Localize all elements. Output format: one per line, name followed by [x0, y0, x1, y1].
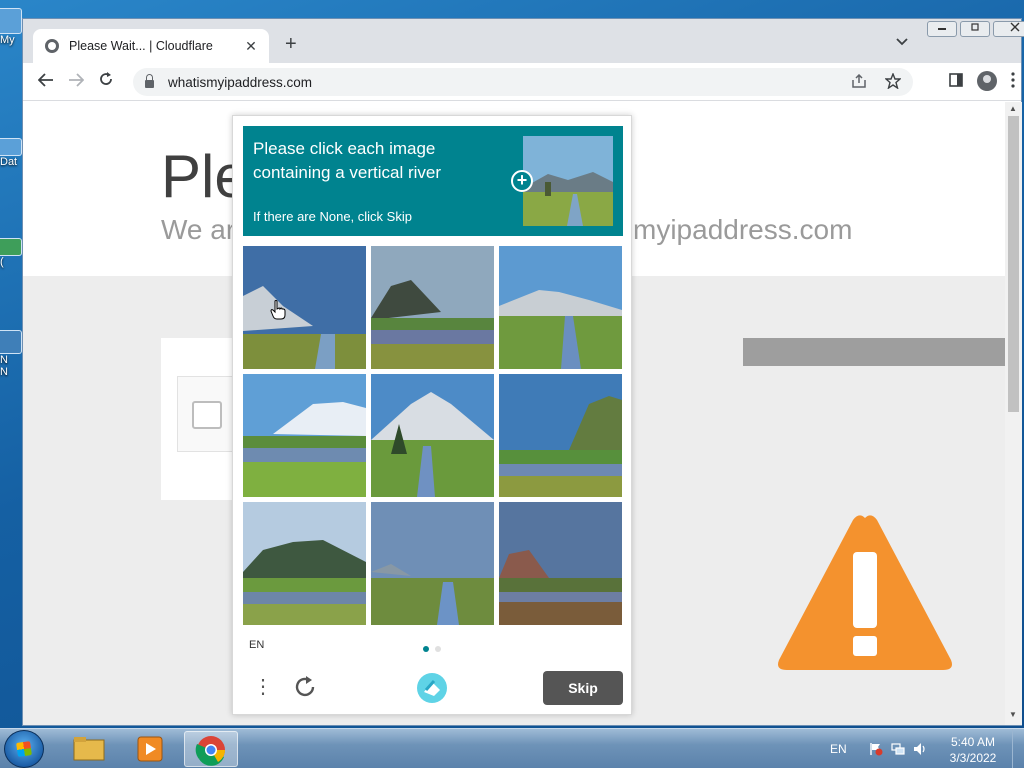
captcha-challenge: Please click each image containing a ver… [232, 115, 632, 715]
scroll-thumb[interactable] [1008, 116, 1019, 412]
captcha-tile[interactable] [243, 246, 366, 369]
desktop-icon-label: N [0, 366, 8, 378]
refresh-icon[interactable] [293, 674, 319, 700]
captcha-header: Please click each image containing a ver… [243, 126, 623, 236]
desktop-icon-label: ( [0, 256, 4, 268]
page-scrollbar[interactable]: ▲ ▼ [1005, 102, 1022, 725]
bookmark-star-icon[interactable] [884, 71, 902, 92]
folder-icon [73, 737, 105, 761]
captcha-tile[interactable] [499, 374, 622, 497]
side-panel-icon[interactable] [949, 72, 963, 90]
tab-title: Please Wait... | Cloudflare [69, 39, 213, 53]
close-window-button[interactable] [993, 21, 1024, 37]
scroll-down-arrow-icon[interactable]: ▼ [1009, 710, 1017, 719]
page-subtitle-domain: smyipaddress.com [619, 214, 853, 245]
clock-date: 3/3/2022 [949, 751, 997, 765]
hcaptcha-widget [177, 376, 237, 452]
desktop-icon[interactable]: My [0, 8, 22, 46]
profile-avatar-icon[interactable] [977, 71, 997, 91]
desktop-icon-label: N [0, 354, 8, 366]
url-text: whatismyipaddress.com [168, 74, 313, 90]
skip-button[interactable]: Skip [543, 671, 623, 705]
app-icon [0, 330, 22, 354]
captcha-tile[interactable] [243, 374, 366, 497]
captcha-tile[interactable] [499, 502, 622, 625]
back-arrow-icon[interactable] [31, 72, 61, 92]
toolbar-actions [949, 71, 1015, 91]
folder-icon [0, 138, 22, 156]
restore-button[interactable] [960, 21, 990, 37]
address-bar[interactable]: whatismyipaddress.com [133, 68, 913, 96]
new-tab-button[interactable]: + [285, 33, 297, 56]
globe-icon [45, 39, 59, 53]
start-button[interactable] [4, 730, 44, 768]
tab-bar: Please Wait... | Cloudflare ✕ + [23, 19, 1024, 63]
page-indicator [423, 646, 441, 652]
show-desktop-button[interactable] [1012, 729, 1024, 768]
chrome-icon [195, 736, 225, 766]
captcha-checkbox[interactable] [192, 401, 222, 429]
example-image[interactable] [523, 136, 613, 226]
captcha-sub-prompt: If there are None, click Skip [253, 209, 412, 224]
warning-triangle-icon [778, 515, 952, 670]
chrome-taskbar-button[interactable] [184, 731, 238, 767]
forward-arrow-icon[interactable] [61, 72, 91, 92]
minimize-button[interactable] [927, 21, 957, 37]
app-icon [0, 238, 22, 256]
input-language[interactable]: EN [830, 742, 847, 756]
cloudflare-band-notch [623, 338, 743, 366]
captcha-tile[interactable] [371, 374, 494, 497]
page-dot [435, 646, 441, 652]
captcha-image-grid [243, 246, 623, 626]
desktop-icon-label: My [0, 34, 15, 46]
scroll-up-arrow-icon[interactable]: ▲ [1009, 104, 1017, 113]
tab-close-button[interactable]: ✕ [243, 38, 259, 55]
action-center-flag-icon[interactable] [869, 742, 883, 756]
captcha-tile[interactable] [371, 246, 494, 369]
captcha-prompt: Please click each image containing a ver… [253, 139, 442, 182]
desktop-icon-label: Dat [0, 156, 18, 168]
desktop-icon[interactable]: ( [0, 238, 22, 268]
browser-toolbar: whatismyipaddress.com [23, 63, 1021, 101]
system-tray: EN [830, 729, 935, 768]
system-clock[interactable]: 5:40 AM 3/3/2022 [940, 734, 1006, 766]
hcaptcha-logo-icon [417, 673, 447, 703]
clock-time: 5:40 AM [950, 735, 996, 749]
reload-icon[interactable] [91, 71, 121, 92]
hand-cursor-icon [270, 300, 286, 320]
captcha-tile[interactable] [499, 246, 622, 369]
share-icon[interactable] [851, 73, 867, 91]
captcha-tile[interactable] [243, 502, 366, 625]
expand-example-icon[interactable]: + [511, 170, 533, 192]
taskbar: EN 5:40 AM 3/3/2022 [0, 728, 1024, 768]
tab-search-chevron-icon[interactable] [896, 35, 908, 49]
lock-icon[interactable] [145, 74, 154, 88]
desktop-icon[interactable]: N N [0, 330, 22, 378]
window-controls [927, 21, 1024, 37]
language-selector[interactable]: EN [249, 639, 264, 651]
page-dot-active [423, 646, 429, 652]
media-player-icon [137, 736, 163, 762]
volume-icon[interactable] [913, 742, 927, 756]
computer-icon [0, 8, 22, 34]
captcha-menu-button[interactable]: ⋮ [253, 673, 273, 701]
explorer-taskbar-button[interactable] [62, 731, 116, 767]
desktop-icon[interactable]: Dat [0, 138, 22, 168]
media-player-taskbar-button[interactable] [124, 731, 178, 767]
page-subtitle: We ar [161, 214, 236, 245]
browser-tab[interactable]: Please Wait... | Cloudflare ✕ [33, 29, 269, 63]
network-icon[interactable] [891, 742, 905, 756]
captcha-tile[interactable] [371, 502, 494, 625]
more-menu-icon[interactable] [1011, 71, 1015, 91]
